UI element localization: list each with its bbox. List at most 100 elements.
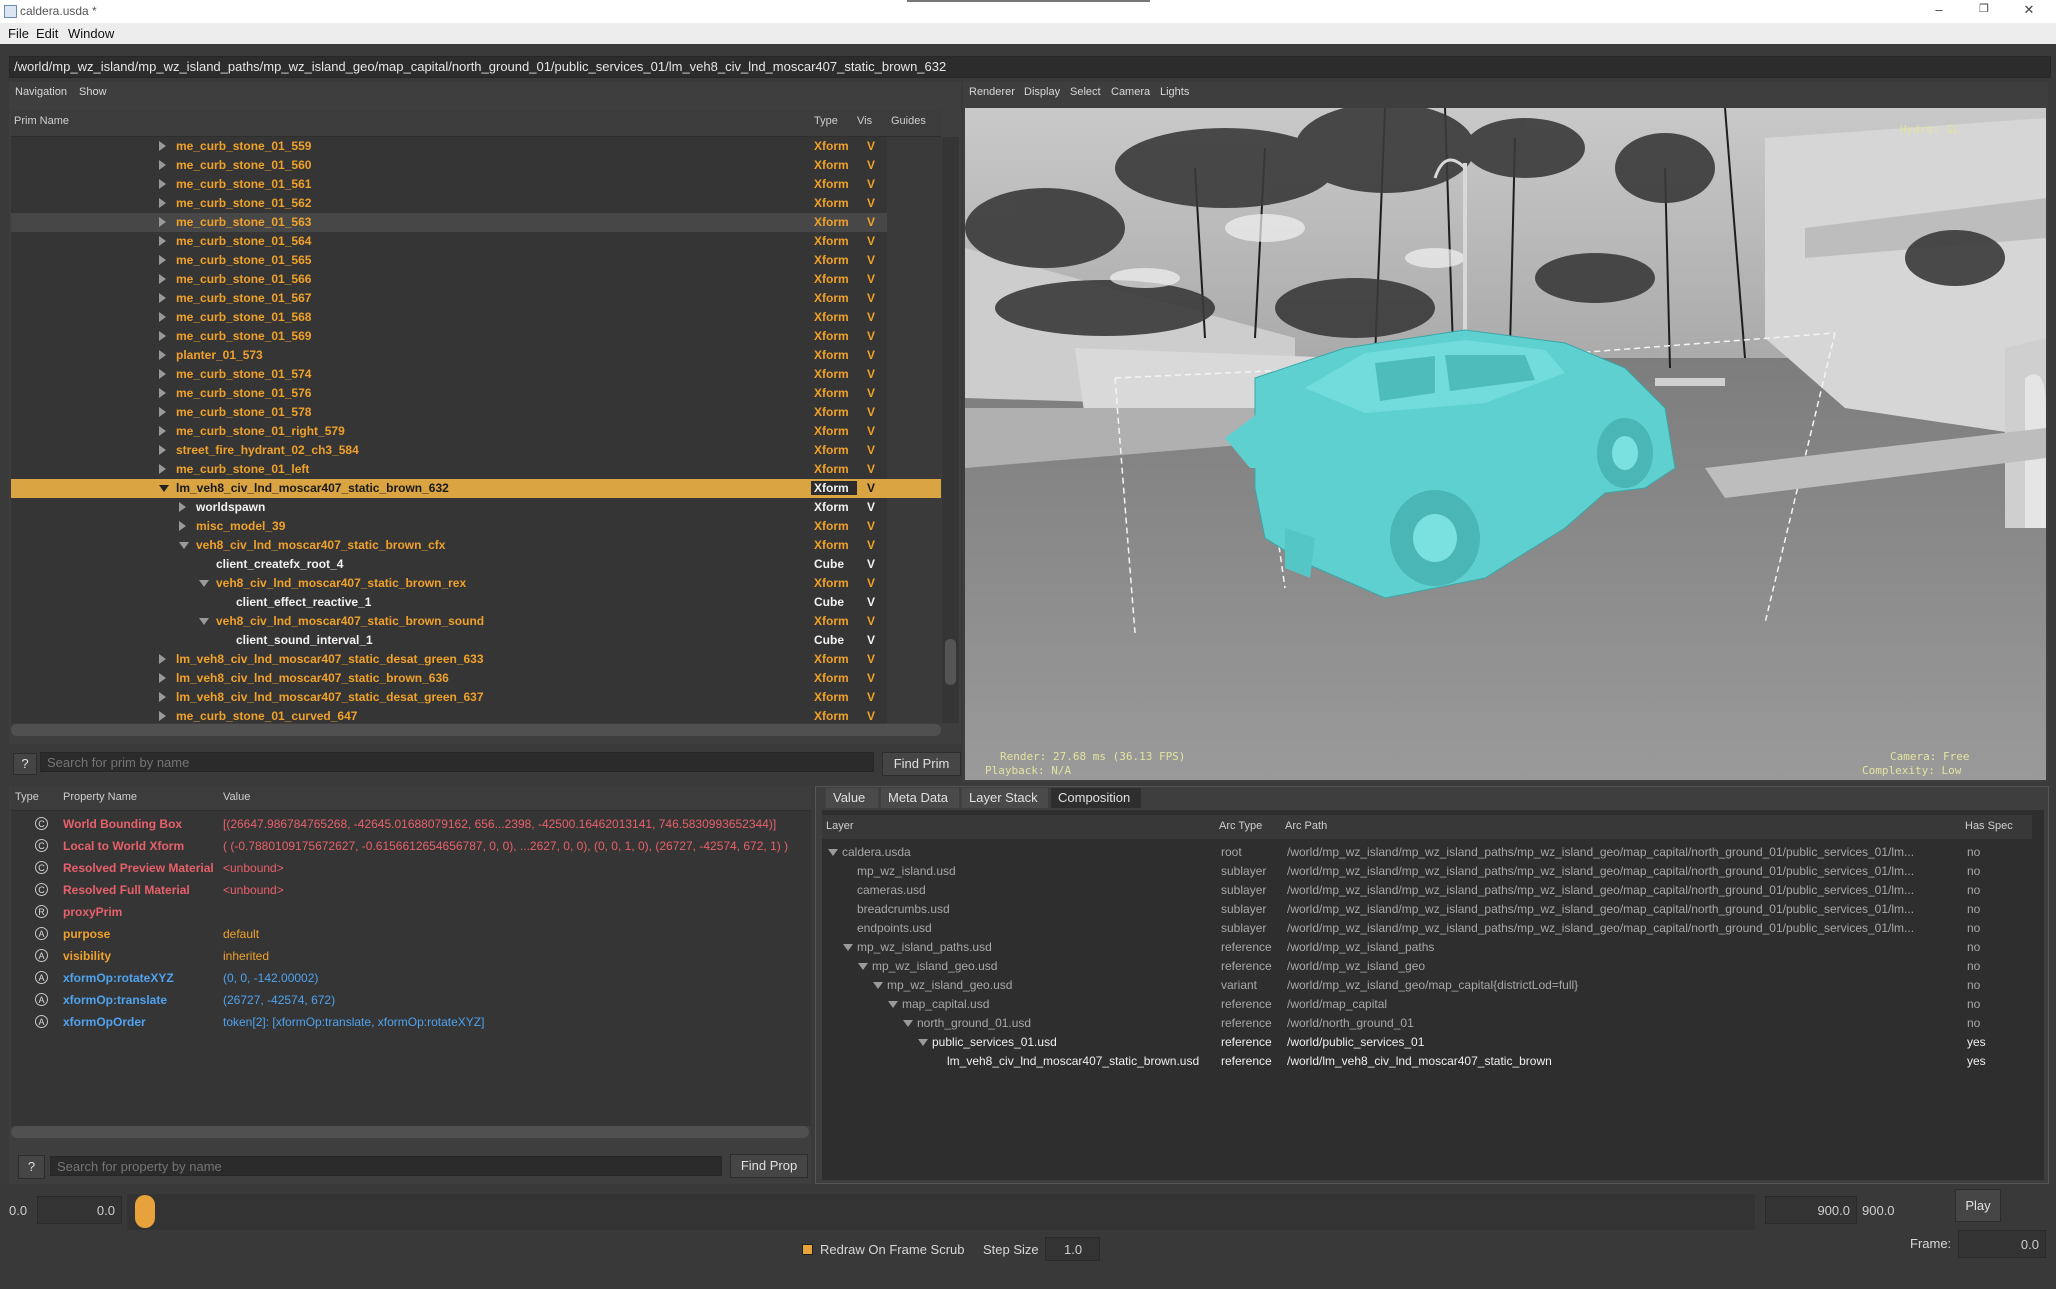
prim-guides-cell[interactable] [887,175,941,194]
expand-arrow-icon[interactable] [159,274,166,284]
col-vis[interactable]: Vis [857,115,872,127]
prim-scrollbar-thumb[interactable] [945,639,956,685]
composition-row[interactable]: endpoints.usd sublayer/world/mp_wz_island… [824,919,2039,938]
tab-show[interactable]: Show [79,86,107,98]
prim-guides-cell[interactable] [887,650,941,669]
prim-visibility-toggle[interactable]: V [867,291,875,305]
collapse-arrow-icon[interactable] [888,1001,898,1008]
prim-guides-cell[interactable] [887,498,941,517]
prim-visibility-toggle[interactable]: V [867,538,875,552]
prim-visibility-toggle[interactable]: V [867,614,875,628]
expand-arrow-icon[interactable] [179,521,186,531]
expand-arrow-icon[interactable] [159,160,166,170]
prim-guides-cell[interactable] [887,365,941,384]
prim-visibility-toggle[interactable]: V [867,633,875,647]
tab-layer-stack[interactable]: Layer Stack [962,788,1048,808]
prim-help-button[interactable]: ? [13,753,37,775]
collapse-arrow-icon[interactable] [159,485,169,492]
prim-visibility-toggle[interactable]: V [867,272,875,286]
prim-visibility-toggle[interactable]: V [867,196,875,210]
prim-row[interactable]: client_sound_interval_1 Cube V [11,631,941,650]
col-has-spec[interactable]: Has Spec [1965,820,2013,832]
col-guides[interactable]: Guides [891,115,926,127]
expand-arrow-icon[interactable] [159,217,166,227]
end-frame-field[interactable]: 900.0 [1765,1196,1857,1224]
expand-arrow-icon[interactable] [159,692,166,702]
expand-arrow-icon[interactable] [159,293,166,303]
expand-arrow-icon[interactable] [159,236,166,246]
prim-row[interactable]: me_curb_stone_01_568 Xform V [11,308,941,327]
prim-guides-cell[interactable] [887,631,941,650]
prim-guides-cell[interactable] [887,422,941,441]
prim-row[interactable]: me_curb_stone_01_567 Xform V [11,289,941,308]
prim-guides-cell[interactable] [887,536,941,555]
col-arc-path[interactable]: Arc Path [1285,820,1327,832]
expand-arrow-icon[interactable] [159,179,166,189]
expand-arrow-icon[interactable] [159,350,166,360]
collapse-arrow-icon[interactable] [828,849,838,856]
prim-guides-cell[interactable] [887,479,941,498]
prim-row[interactable]: lm_veh8_civ_lnd_moscar407_static_desat_g… [11,688,941,707]
step-size-field[interactable]: 1.0 [1045,1237,1100,1261]
prim-visibility-toggle[interactable]: V [867,139,875,153]
prim-guides-cell[interactable] [887,137,941,156]
frame-slider-track[interactable] [127,1194,1755,1230]
composition-row[interactable]: mp_wz_island_geo.usd reference/world/mp_w… [824,957,2039,976]
property-row[interactable]: C Resolved Full Material <unbound> [11,879,808,901]
property-row[interactable]: C Local to World Xform ( (-0.7880109175672… [11,835,808,857]
prim-row[interactable]: client_effect_reactive_1 Cube V [11,593,941,612]
prim-row[interactable]: lm_veh8_civ_lnd_moscar407_static_desat_g… [11,650,941,669]
prim-visibility-toggle[interactable]: V [867,481,875,495]
prop-help-button[interactable]: ? [18,1155,45,1179]
viewport-menu-renderer[interactable]: Renderer [969,86,1015,98]
find-prim-button[interactable]: Find Prim [882,752,961,776]
collapse-arrow-icon[interactable] [199,580,209,587]
property-search-input[interactable] [50,1156,722,1176]
prim-row[interactable]: me_curb_stone_01_left Xform V [11,460,941,479]
col-arc-type[interactable]: Arc Type [1219,820,1262,832]
prim-visibility-toggle[interactable]: V [867,329,875,343]
prim-visibility-toggle[interactable]: V [867,348,875,362]
expand-arrow-icon[interactable] [159,464,166,474]
prim-row[interactable]: worldspawn Xform V [11,498,941,517]
expand-arrow-icon[interactable] [159,407,166,417]
property-row[interactable]: AxformOp:translate (26727, -42574, 672) [11,989,808,1011]
prim-visibility-toggle[interactable]: V [867,519,875,533]
expand-arrow-icon[interactable] [159,445,166,455]
prim-visibility-toggle[interactable]: V [867,367,875,381]
prim-visibility-toggle[interactable]: V [867,709,875,723]
prim-visibility-toggle[interactable]: V [867,652,875,666]
prim-visibility-toggle[interactable]: V [867,671,875,685]
col-prim-name[interactable]: Prim Name [14,115,69,127]
composition-row[interactable]: map_capital.usd reference/world/map_capit… [824,995,2039,1014]
prim-row[interactable]: me_curb_stone_01_560 Xform V [11,156,941,175]
prim-row[interactable]: me_curb_stone_01_564 Xform V [11,232,941,251]
prim-visibility-toggle[interactable]: V [867,177,875,191]
prim-guides-cell[interactable] [887,270,941,289]
composition-row[interactable]: public_services_01.usd reference/world/pu… [824,1033,2039,1052]
prim-scrollbar[interactable] [942,137,959,723]
prim-row[interactable]: me_curb_stone_01_576 Xform V [11,384,941,403]
prim-row[interactable]: misc_model_39 Xform V [11,517,941,536]
restore-icon[interactable]: ❐ [1969,2,1999,20]
property-row[interactable]: AxformOp:rotateXYZ (0, 0, -142.00002) [11,967,808,989]
prim-guides-cell[interactable] [887,289,941,308]
collapse-arrow-icon[interactable] [858,963,868,970]
prim-visibility-toggle[interactable]: V [867,310,875,324]
tab-navigation[interactable]: Navigation [15,86,67,98]
prim-row[interactable]: lm_veh8_civ_lnd_moscar407_static_brown_6… [11,479,941,498]
menu-window[interactable]: Window [68,26,114,41]
tab-value[interactable]: Value [826,788,878,808]
prim-row[interactable]: veh8_civ_lnd_moscar407_static_brown_cfx X… [11,536,941,555]
col-prop-type[interactable]: Type [15,791,39,803]
prim-guides-cell[interactable] [887,593,941,612]
prim-row[interactable]: me_curb_stone_01_569 Xform V [11,327,941,346]
prim-row[interactable]: client_createfx_root_4 Cube V [11,555,941,574]
current-frame-field[interactable]: 0.0 [1958,1230,2046,1258]
prim-row[interactable]: planter_01_573 Xform V [11,346,941,365]
prim-guides-cell[interactable] [887,384,941,403]
property-row[interactable]: RproxyPrim [11,901,808,923]
prim-guides-cell[interactable] [887,612,941,631]
play-button[interactable]: Play [1955,1189,2001,1222]
prim-path-bar[interactable]: /world/mp_wz_island/mp_wz_island_paths/m… [9,56,2051,78]
